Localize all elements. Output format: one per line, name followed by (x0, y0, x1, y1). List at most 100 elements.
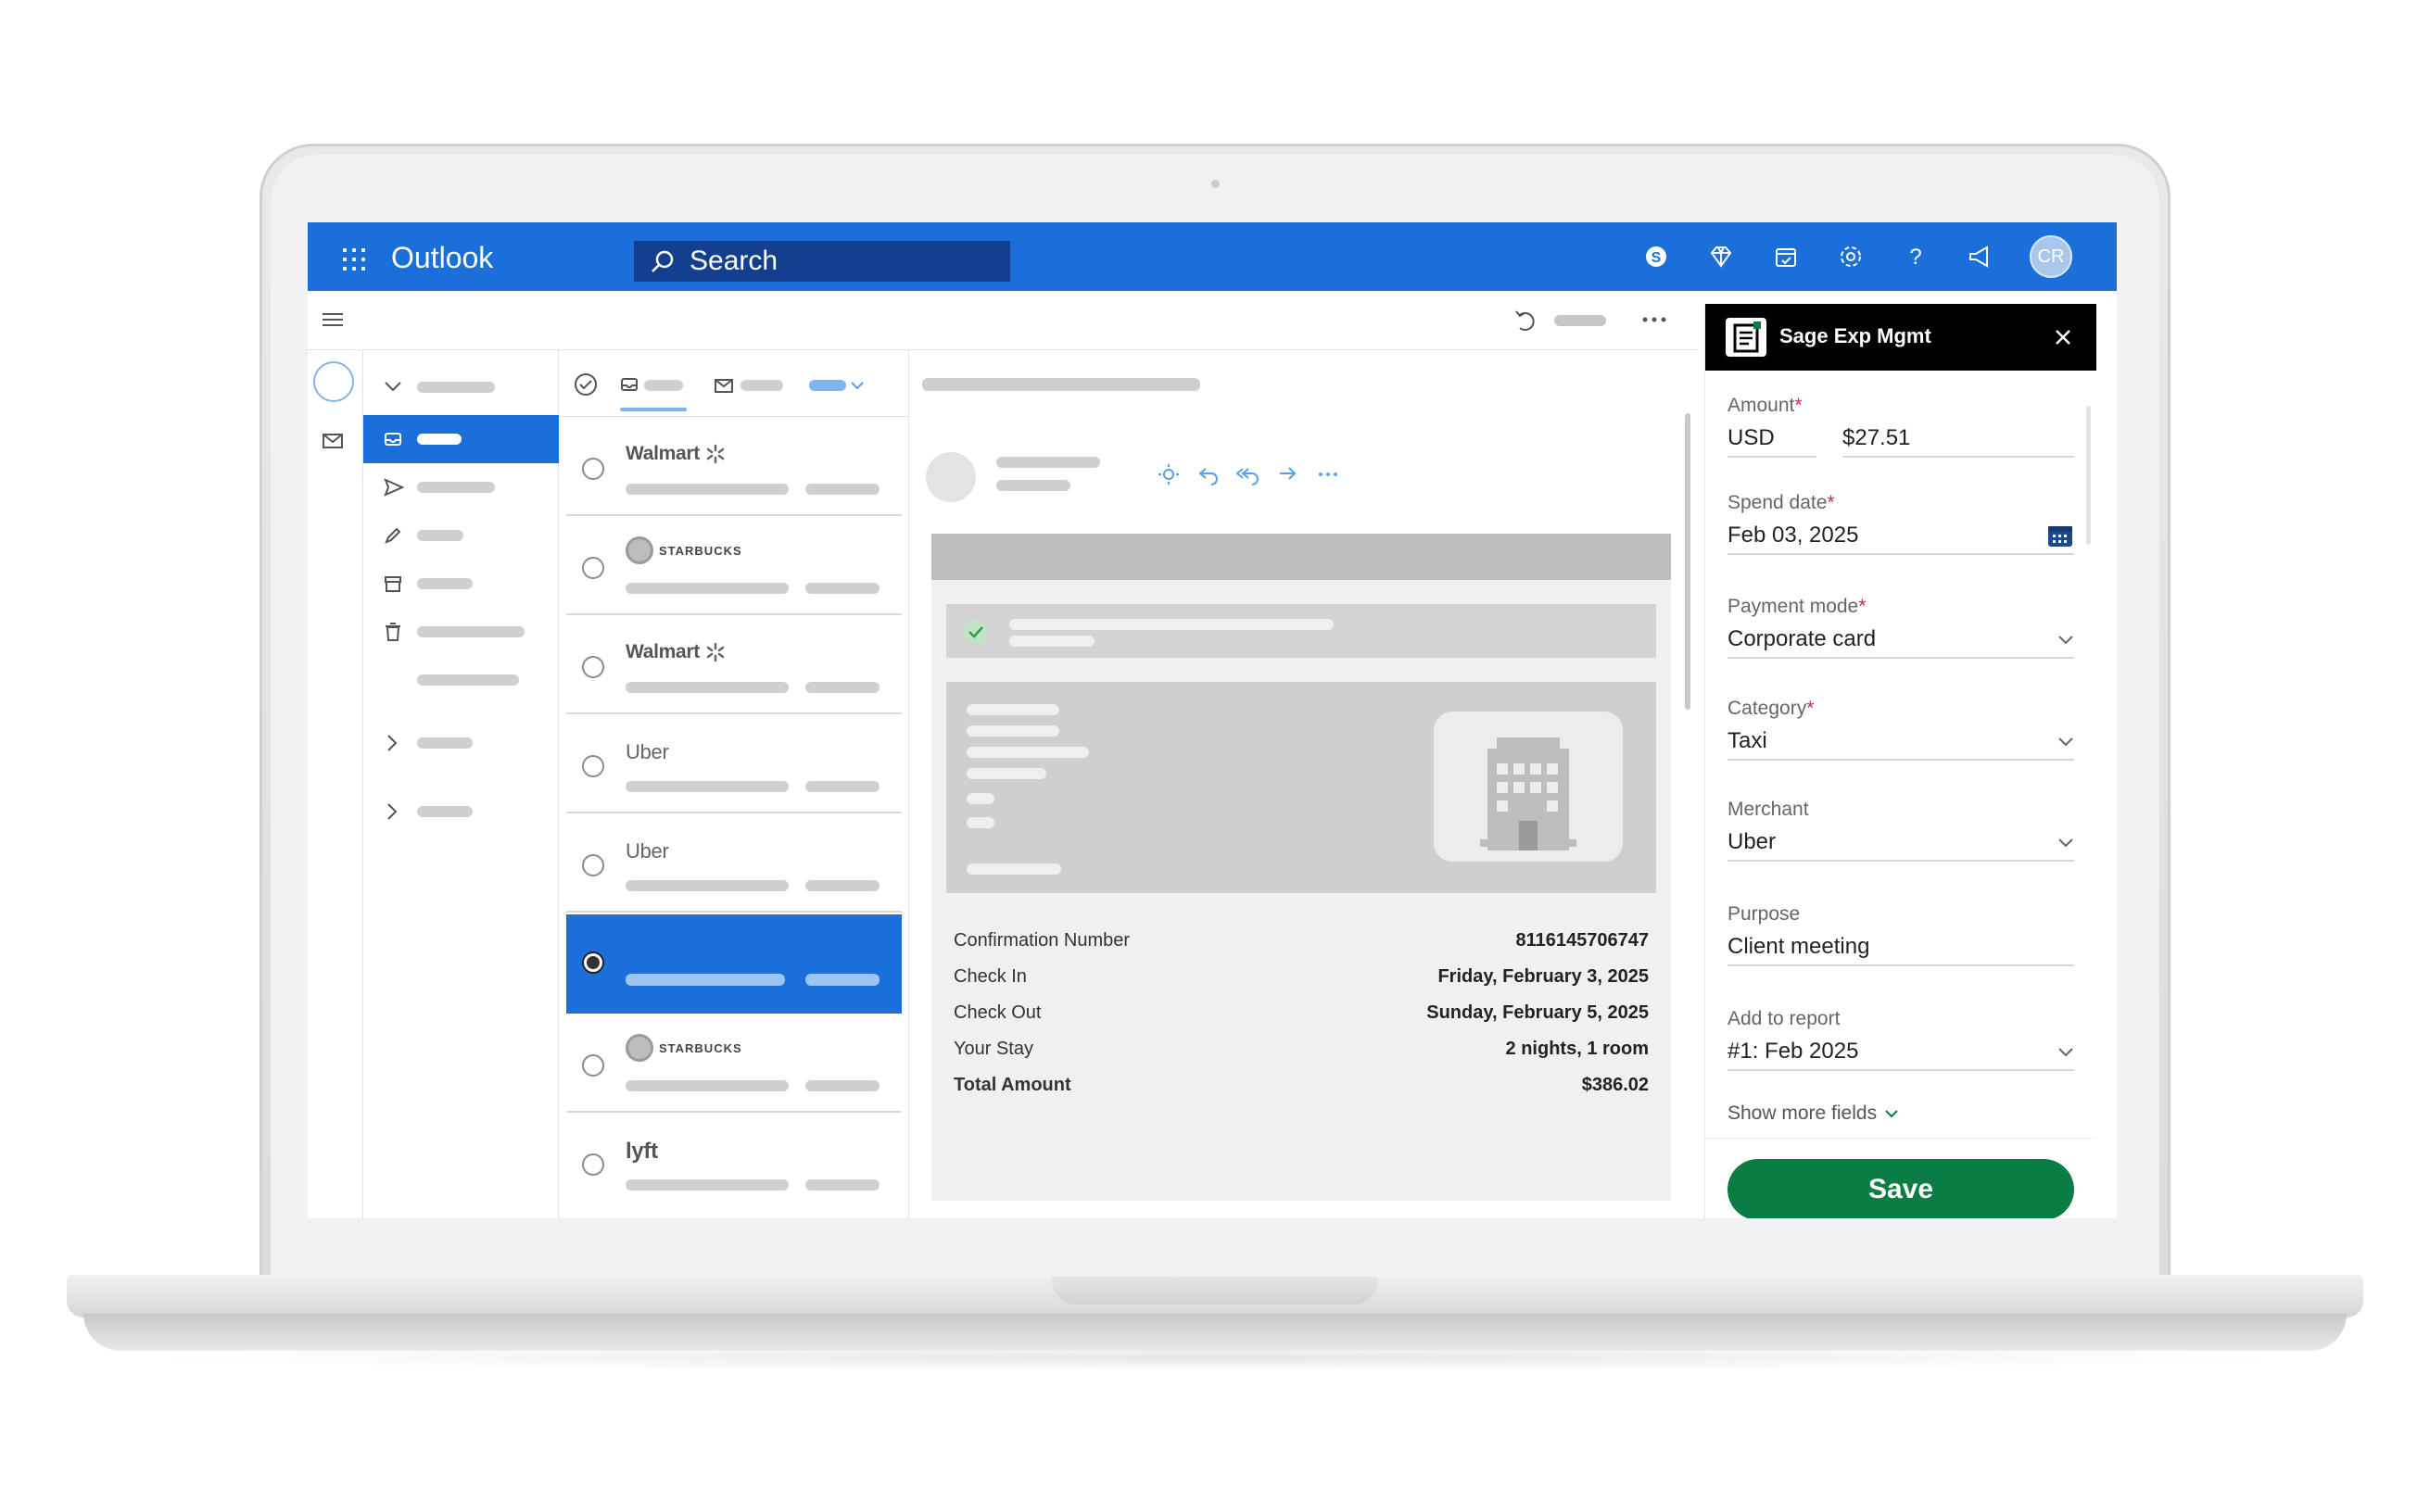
spend-date-input[interactable]: Feb 03, 2025 (1728, 518, 2074, 555)
reading-actions-icons[interactable] (1158, 461, 1352, 487)
folder-archive[interactable] (363, 560, 559, 608)
row-select-radio[interactable] (582, 656, 604, 678)
purpose-field: Purpose Client meeting (1728, 903, 2074, 966)
message-row[interactable]: STARBUCKS (566, 1014, 902, 1113)
close-icon[interactable] (2052, 326, 2074, 348)
folder-group-label (417, 737, 473, 749)
report-select[interactable]: #1: Feb 2025 (1728, 1034, 2074, 1071)
status-line-1 (1009, 619, 1334, 630)
folder-group-collapsed-2[interactable] (363, 788, 559, 836)
message-row[interactable]: Walmart (566, 417, 902, 516)
row-select-radio[interactable] (582, 1153, 604, 1176)
focused-tab-underline (620, 408, 687, 411)
row-select-radio[interactable] (582, 1054, 604, 1077)
message-row[interactable]: STARBUCKS (566, 516, 902, 615)
feedback-megaphone-icon[interactable] (1965, 241, 1996, 272)
folder-pane (363, 350, 559, 1218)
addin-title: Sage Exp Mgmt (1779, 324, 1931, 347)
select-all-check-icon[interactable] (574, 372, 598, 397)
other-tab-label[interactable] (740, 380, 783, 391)
row-value: Friday, February 3, 2025 (1437, 966, 1649, 987)
filter-chevron-icon[interactable] (850, 380, 865, 391)
undo-label-placeholder (1554, 315, 1606, 326)
chevron-down-icon[interactable] (2057, 733, 2074, 750)
merchant-select[interactable]: Uber (1728, 825, 2074, 862)
help-icon[interactable]: ? (1900, 241, 1931, 272)
laptop-notch (1052, 1277, 1378, 1304)
row-select-radio[interactable] (582, 854, 604, 876)
premium-diamond-icon[interactable] (1705, 241, 1737, 272)
row-select-radio[interactable] (582, 755, 604, 777)
save-button[interactable]: Save (1728, 1159, 2074, 1218)
calendar-check-icon[interactable] (1770, 241, 1802, 272)
filter-dropdown[interactable] (809, 380, 846, 391)
undo-icon[interactable] (1512, 308, 1538, 334)
chevron-down-icon[interactable] (2057, 1043, 2074, 1060)
category-select[interactable]: Taxi (1728, 724, 2074, 761)
focused-tab-label[interactable] (644, 380, 683, 391)
amount-field: Amount* USD $27.51 (1728, 395, 2074, 458)
folder-group-collapsed-1[interactable] (363, 719, 559, 767)
purpose-input[interactable]: Client meeting (1728, 929, 2074, 966)
more-options-icon[interactable] (1642, 315, 1666, 324)
chevron-down-icon[interactable] (2057, 631, 2074, 648)
chevron-right-icon (387, 735, 398, 751)
app-launcher-icon[interactable] (343, 248, 365, 271)
message-row-selected[interactable] (566, 914, 902, 1014)
pencil-icon (385, 527, 401, 544)
folder-misc[interactable] (363, 656, 559, 704)
search-box[interactable]: Search (634, 241, 1010, 282)
check-circle-icon (964, 620, 988, 644)
app-title: Outlook (391, 241, 494, 274)
user-avatar[interactable]: CR (2030, 235, 2072, 278)
message-row[interactable]: Uber (566, 813, 902, 913)
top-bar: Outlook Search S ? CR (308, 222, 2117, 291)
message-sender: Uber (626, 740, 669, 763)
addin-scrollbar[interactable] (2086, 406, 2091, 545)
folder-deleted[interactable] (363, 608, 559, 656)
calendar-icon[interactable] (2046, 523, 2074, 548)
email-body: Confirmation Number 8116145706747 Check I… (931, 534, 1671, 1201)
row-value: 8116145706747 (1515, 930, 1650, 951)
row-value: 2 nights, 1 room (1505, 1039, 1649, 1059)
date-placeholder (805, 682, 880, 693)
date-placeholder (805, 974, 880, 986)
hotel-line (967, 863, 1061, 875)
confirmation-row: Confirmation Number 8116145706747 (954, 923, 1649, 959)
walmart-spark-icon (706, 642, 725, 662)
confirmation-row: Check In Friday, February 3, 2025 (954, 959, 1649, 995)
subject-placeholder (922, 378, 1200, 391)
message-row[interactable]: Walmart (566, 615, 902, 714)
currency-input[interactable]: USD (1728, 421, 1816, 458)
hamburger-menu-icon[interactable] (321, 309, 345, 330)
preview-line (626, 974, 785, 986)
show-more-fields-link[interactable]: Show more fields (1728, 1102, 1899, 1125)
email-banner (931, 534, 1671, 580)
folder-drafts[interactable] (363, 511, 559, 560)
amount-input[interactable]: $27.51 (1842, 421, 2074, 458)
skype-icon[interactable]: S (1640, 241, 1672, 272)
payment-mode-select[interactable]: Corporate card (1728, 622, 2074, 659)
other-mail-icon[interactable] (715, 378, 735, 395)
chevron-down-icon[interactable] (384, 380, 402, 393)
mail-icon[interactable] (323, 432, 345, 450)
date-placeholder (805, 484, 880, 495)
folder-inbox[interactable] (363, 415, 559, 463)
email-status-bar (946, 604, 1656, 658)
row-select-radio[interactable] (582, 951, 604, 974)
focused-inbox-icon[interactable] (620, 376, 639, 393)
row-select-radio[interactable] (582, 557, 604, 579)
amount-label: Amount* (1728, 395, 1803, 416)
settings-gear-icon[interactable] (1835, 241, 1867, 272)
reading-pane-scrollbar[interactable] (1685, 413, 1690, 710)
chevron-down-icon[interactable] (2057, 834, 2074, 850)
laptop-base-lip (83, 1314, 2347, 1351)
new-item-circle-icon[interactable] (313, 361, 354, 402)
folder-sent[interactable] (363, 463, 559, 511)
message-sender: STARBUCKS (626, 1034, 742, 1062)
row-select-radio[interactable] (582, 458, 604, 480)
folder-group-placeholder (417, 382, 495, 393)
date-placeholder (805, 1179, 880, 1191)
message-row[interactable]: Uber (566, 714, 902, 813)
message-row[interactable]: lyft (566, 1113, 902, 1212)
